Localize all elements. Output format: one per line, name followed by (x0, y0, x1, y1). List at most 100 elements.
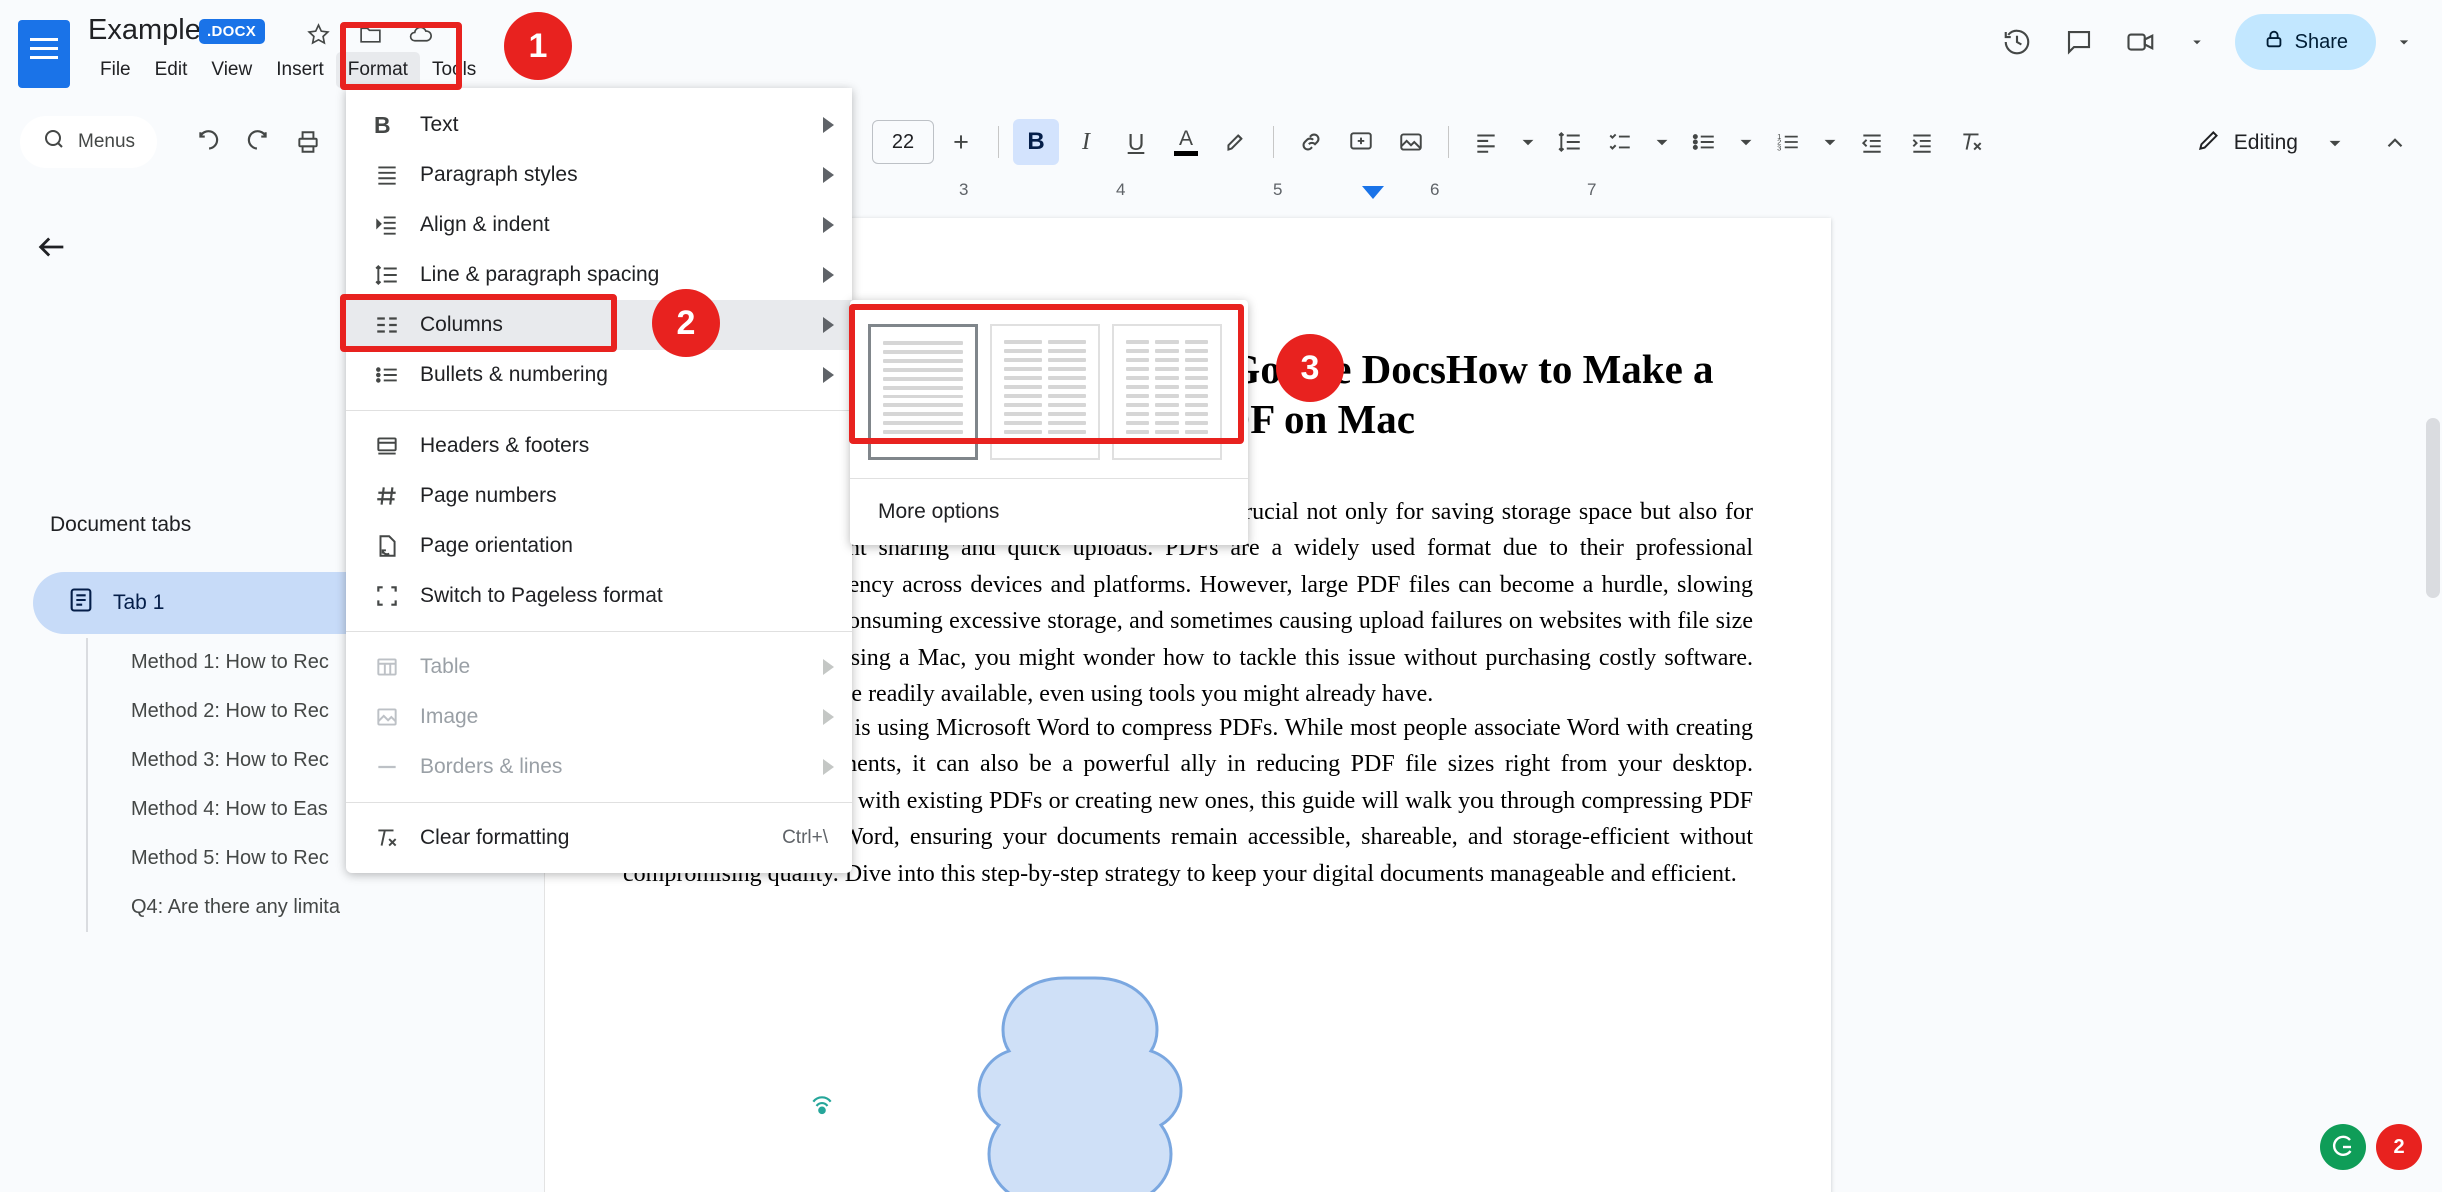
one-column-option[interactable] (868, 324, 978, 460)
menu-item-label: Align & indent (420, 213, 550, 236)
menu-item-bullets-numbering[interactable]: Bullets & numbering (346, 350, 852, 400)
increase-indent-icon[interactable] (1899, 119, 1945, 165)
bulleted-list-icon[interactable] (1681, 119, 1727, 165)
clear-formatting-icon[interactable] (1949, 119, 1995, 165)
ruler-tick: 3 (959, 180, 969, 199)
back-arrow-icon[interactable] (35, 230, 83, 278)
google-meet-icon[interactable] (2113, 14, 2169, 70)
sidebar-tab-label: Tab 1 (113, 591, 165, 614)
notification-badge[interactable]: 2 (2376, 1124, 2422, 1170)
ruler-tick: 5 (1273, 180, 1283, 199)
menu-edit[interactable]: Edit (143, 52, 200, 88)
menu-item-paragraph-styles[interactable]: Paragraph styles (346, 150, 852, 200)
bullets-numbering-icon (374, 362, 420, 388)
menu-item-text[interactable]: B Text (346, 100, 852, 150)
column-preview (1004, 340, 1042, 444)
ruler-indent-marker[interactable] (1362, 186, 1384, 199)
decrease-indent-icon[interactable] (1849, 119, 1895, 165)
share-button[interactable]: Share (2234, 14, 2376, 70)
redo-icon[interactable] (235, 119, 281, 165)
clear-formatting-icon (374, 825, 420, 851)
print-icon[interactable] (285, 119, 331, 165)
column-preview (1048, 340, 1086, 444)
move-folder-icon[interactable] (358, 22, 390, 54)
share-label: Share (2294, 30, 2348, 53)
menu-item-line-paragraph-spacing[interactable]: Line & paragraph spacing (346, 250, 852, 300)
menu-item-page-numbers[interactable]: Page numbers (346, 471, 852, 521)
header-actions: Share (1989, 14, 2442, 70)
column-preview (1155, 340, 1179, 444)
comment-icon[interactable] (2051, 14, 2107, 70)
menu-insert[interactable]: Insert (264, 52, 336, 88)
menu-format[interactable]: Format (335, 52, 420, 88)
highlight-icon[interactable] (1213, 119, 1259, 165)
text-color-button[interactable]: A (1163, 119, 1209, 165)
search-menus-button[interactable]: Menus (20, 116, 158, 168)
editing-mode-chevron-down-icon[interactable] (2312, 120, 2358, 166)
version-history-icon[interactable] (1989, 14, 2045, 70)
column-preview (883, 341, 963, 444)
insert-image-icon[interactable] (1388, 119, 1434, 165)
checklist-chevron-down-icon[interactable] (1647, 119, 1677, 165)
menu-view[interactable]: View (199, 52, 264, 88)
numbered-list-icon[interactable]: 123 (1765, 119, 1811, 165)
italic-button[interactable]: I (1063, 119, 1109, 165)
three-columns-option[interactable] (1112, 324, 1222, 460)
bold-text-icon: B (374, 111, 391, 138)
pencil-icon (2196, 127, 2222, 159)
menu-item-switch-pageless[interactable]: Switch to Pageless format (346, 571, 852, 621)
menu-item-page-orientation[interactable]: Page orientation (346, 521, 852, 571)
grammarly-badge[interactable] (2320, 1124, 2366, 1170)
menu-item-clear-formatting[interactable]: Clear formatting Ctrl+\ (346, 813, 852, 863)
text-color-label: A (1178, 127, 1193, 150)
share-chevron-down-icon[interactable] (2382, 20, 2426, 64)
column-preview (1184, 340, 1208, 444)
toolbar-divider (1273, 126, 1274, 158)
two-columns-option[interactable] (990, 324, 1100, 460)
editing-mode-label: Editing (2233, 131, 2298, 154)
borders-lines-icon (374, 754, 420, 780)
insert-link-icon[interactable] (1288, 119, 1334, 165)
list-item[interactable]: Q4: Are there any limita (88, 883, 546, 932)
chevron-right-icon (823, 759, 834, 775)
align-chevron-down-icon[interactable] (1513, 119, 1543, 165)
menu-item-label: Borders & lines (420, 755, 563, 778)
menu-tools[interactable]: Tools (420, 52, 488, 88)
menu-item-label: Columns (420, 313, 503, 336)
numbered-chevron-down-icon[interactable] (1815, 119, 1845, 165)
underline-button[interactable]: U (1113, 119, 1159, 165)
line-spacing-icon (374, 262, 420, 288)
google-docs-logo-icon (18, 20, 70, 88)
menu-item-borders-lines: Borders & lines (346, 742, 852, 792)
menu-item-columns[interactable]: Columns (346, 300, 852, 350)
font-size-input[interactable]: 22 (872, 120, 934, 164)
align-icon[interactable] (1463, 119, 1509, 165)
bold-button[interactable]: B (1013, 119, 1059, 165)
annotation-step-3: 3 (1276, 334, 1344, 402)
meet-chevron-down-icon[interactable] (2175, 20, 2219, 64)
increase-font-size-button[interactable]: + (938, 119, 984, 165)
search-icon (42, 127, 66, 157)
editing-mode-button[interactable]: Editing (2196, 127, 2298, 159)
undo-icon[interactable] (185, 119, 231, 165)
checklist-icon[interactable] (1597, 119, 1643, 165)
line-spacing-icon[interactable] (1547, 119, 1593, 165)
document-title[interactable]: Example (88, 14, 201, 47)
toolbar-right: Editing (2196, 120, 2418, 166)
collaborator-cursor-icon (809, 1093, 835, 1119)
document-tab-icon (67, 586, 95, 620)
menu-item-headers-footers[interactable]: Headers & footers (346, 421, 852, 471)
vertical-scrollbar[interactable] (2426, 418, 2440, 598)
add-comment-icon[interactable] (1338, 119, 1384, 165)
menu-item-align-indent[interactable]: Align & indent (346, 200, 852, 250)
chevron-right-icon (823, 367, 834, 383)
more-options-menu-item[interactable]: More options (850, 479, 1248, 545)
collapse-toolbar-chevron-up-icon[interactable] (2372, 120, 2418, 166)
menu-item-label: Paragraph styles (420, 163, 578, 186)
cloud-saved-icon[interactable] (408, 22, 440, 54)
image-icon (374, 704, 420, 730)
menu-file[interactable]: File (88, 52, 143, 88)
bulleted-chevron-down-icon[interactable] (1731, 119, 1761, 165)
star-icon[interactable] (306, 22, 338, 54)
menu-divider (346, 410, 852, 411)
